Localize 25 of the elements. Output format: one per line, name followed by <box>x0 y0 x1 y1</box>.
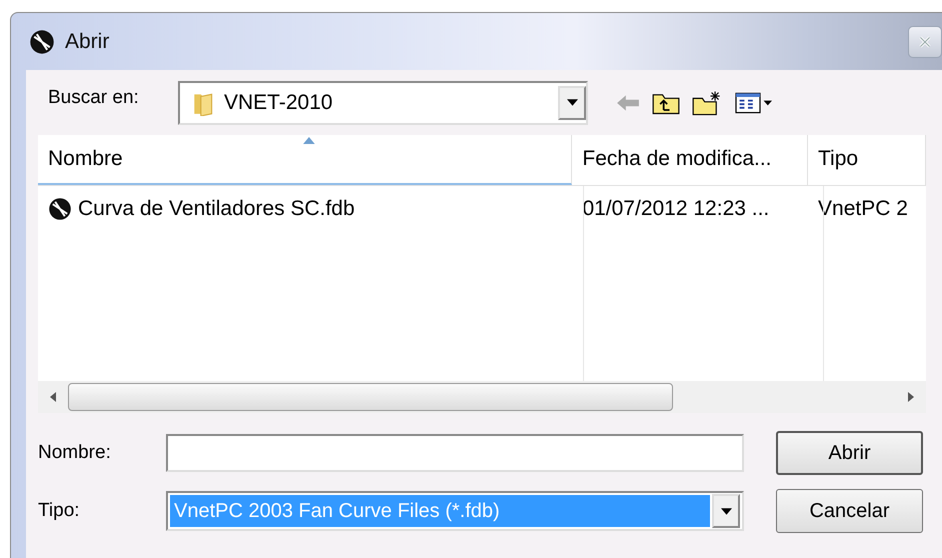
dropdown-arrow-icon <box>720 508 732 514</box>
app-logo-icon <box>29 28 55 54</box>
view-menu-icon[interactable] <box>734 90 774 114</box>
file-type-label: Tipo: <box>38 500 81 522</box>
dropdown-arrow-icon <box>566 99 578 106</box>
file-name-label: Nombre: <box>38 442 112 464</box>
file-icon <box>48 197 72 221</box>
scroll-left-icon[interactable] <box>50 392 56 402</box>
look-in-dropdown[interactable]: VNET-2010 <box>178 80 588 124</box>
look-in-label: Buscar en: <box>47 86 140 108</box>
file-cell[interactable]: Curva de Ventiladores SC.fdb <box>78 197 355 221</box>
file-name-field[interactable] <box>166 434 744 472</box>
file-cell: VnetPC 2 <box>818 197 908 221</box>
new-folder-icon[interactable] <box>692 90 722 116</box>
file-cell: 01/07/2012 12:23 ... <box>582 197 770 221</box>
column-header[interactable]: Nombre <box>38 135 572 185</box>
scroll-right-icon[interactable] <box>908 392 914 402</box>
scroll-thumb[interactable] <box>68 383 673 411</box>
window-title: Abrir <box>65 30 110 54</box>
column-header[interactable]: Tipo <box>808 135 926 185</box>
sort-arrow-icon <box>303 137 315 144</box>
open-button[interactable]: Abrir <box>776 431 923 475</box>
horizontal-scrollbar[interactable] <box>38 381 926 413</box>
cancel-button[interactable]: Cancelar <box>776 489 923 533</box>
column-header[interactable]: Fecha de modifica... <box>572 135 808 185</box>
